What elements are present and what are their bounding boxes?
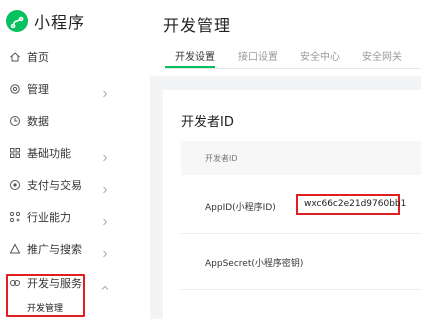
promote-icon <box>9 243 21 255</box>
tab-api-settings[interactable]: 接口设置 <box>238 48 278 63</box>
sidebar-item-label: 行业能力 <box>27 211 71 224</box>
sidebar-item-industry[interactable]: 行业能力 <box>0 206 136 228</box>
sidebar-item-basic[interactable]: 基础功能 <box>0 142 136 164</box>
sidebar-item-manage[interactable]: 管理 <box>0 78 136 100</box>
row-divider <box>181 233 421 234</box>
sidebar-subitem-dev-management[interactable]: 开发管理 <box>27 301 63 314</box>
home-icon <box>9 51 21 63</box>
sidebar-item-label: 管理 <box>27 83 49 96</box>
section-title: 开发者ID <box>181 115 234 130</box>
pay-icon <box>9 179 21 191</box>
row-divider <box>181 289 421 290</box>
sidebar-item-promote[interactable]: 推广与搜索 <box>0 238 136 260</box>
chevron-right-icon <box>100 212 110 226</box>
chevron-right-icon <box>100 84 110 98</box>
sidebar-item-label: 首页 <box>27 51 49 64</box>
chevron-right-icon <box>100 180 110 194</box>
tab-dev-settings[interactable]: 开发设置 <box>175 48 215 63</box>
mini-program-logo-icon <box>6 10 28 32</box>
tab-security-center[interactable]: 安全中心 <box>300 48 340 63</box>
brand-name: 小程序 <box>34 13 86 32</box>
chevron-up-icon <box>100 278 110 290</box>
appsecret-label: AppSecret(小程序密钥) <box>205 259 304 269</box>
settings-icon <box>9 83 21 95</box>
industry-icon <box>9 211 21 223</box>
sidebar-item-label: 支付与交易 <box>27 179 82 192</box>
sidebar-item-payment[interactable]: 支付与交易 <box>0 174 136 196</box>
chevron-right-icon <box>100 148 110 162</box>
brand[interactable]: 小程序 <box>6 8 85 34</box>
sidebar-item-label: 基础功能 <box>27 147 71 160</box>
appid-label: AppID(小程序ID) <box>205 203 276 213</box>
grid-icon <box>9 147 21 159</box>
sidebar-item-data[interactable]: 数据 <box>0 110 136 132</box>
tabs-divider <box>163 68 421 69</box>
tab-security-gateway[interactable]: 安全网关 <box>362 48 402 63</box>
sidebar: 小程序 首页 管理 数据 基础功能 支付与交易 行业能力 推广与搜索 开发与服务… <box>0 0 136 319</box>
page-title: 开发管理 <box>163 16 232 35</box>
chevron-right-icon <box>100 244 110 258</box>
sidebar-item-home[interactable]: 首页 <box>0 46 136 68</box>
appid-value[interactable]: wxc66c2e21d9760bb1 <box>304 199 406 209</box>
table-header-label: 开发者ID <box>205 154 238 163</box>
chart-icon <box>9 115 21 127</box>
sidebar-item-label: 推广与搜索 <box>27 243 82 256</box>
sidebar-item-label: 数据 <box>27 115 49 128</box>
